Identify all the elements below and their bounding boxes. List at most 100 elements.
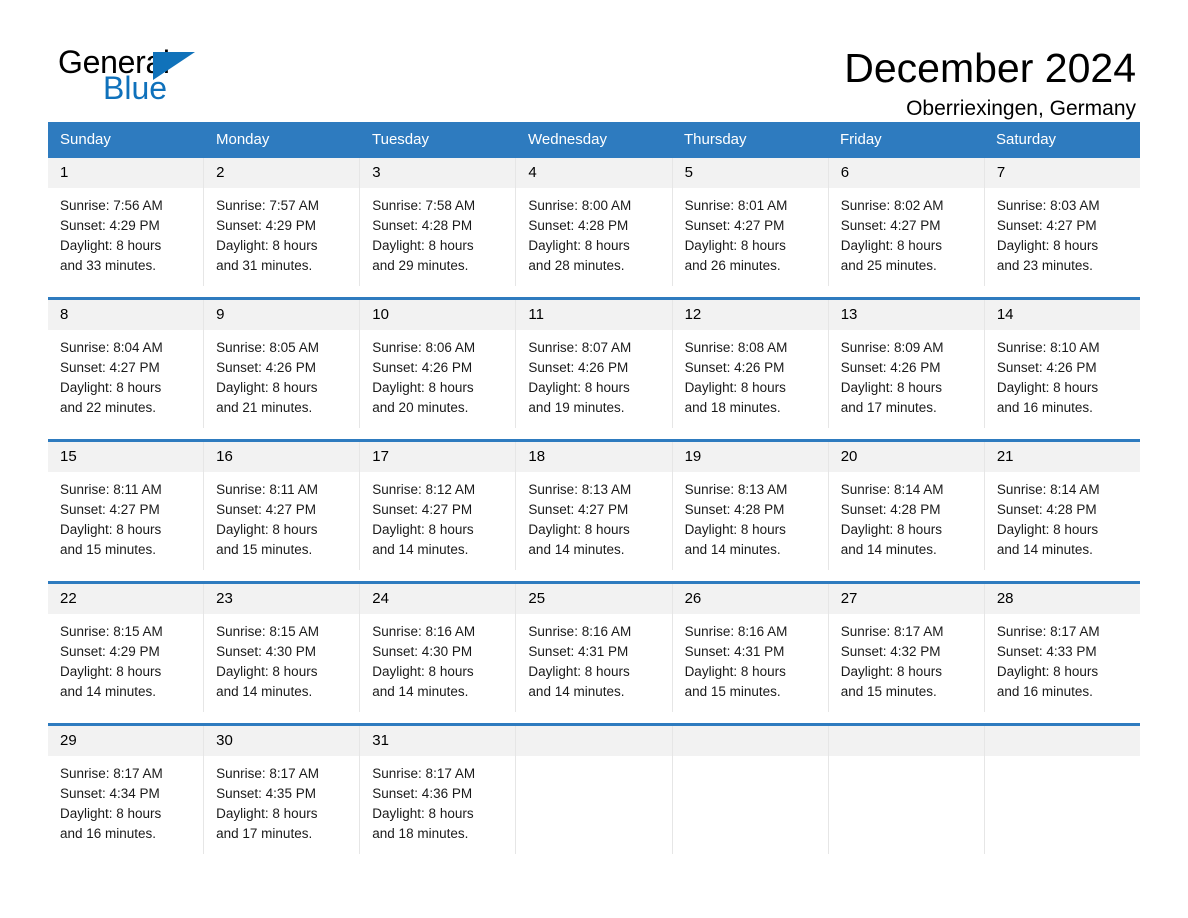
day-info: Sunrise: 8:02 AM Sunset: 4:27 PM Dayligh… bbox=[829, 188, 984, 286]
day-number: 26 bbox=[672, 584, 828, 614]
day-cell[interactable]: 5 Sunrise: 8:01 AM Sunset: 4:27 PM Dayli… bbox=[672, 158, 829, 286]
day-cell[interactable]: 19 Sunrise: 8:13 AM Sunset: 4:28 PM Dayl… bbox=[672, 442, 829, 570]
day-cell[interactable]: 31 Sunrise: 8:17 AM Sunset: 4:36 PM Dayl… bbox=[360, 726, 517, 854]
daylight-text-line1: Daylight: 8 hours bbox=[372, 238, 474, 253]
sunset-text: Sunset: 4:26 PM bbox=[372, 360, 473, 375]
day-cell[interactable]: 6 Sunrise: 8:02 AM Sunset: 4:27 PM Dayli… bbox=[828, 158, 985, 286]
day-cell[interactable]: 20 Sunrise: 8:14 AM Sunset: 4:28 PM Dayl… bbox=[828, 442, 985, 570]
daylight-text-line2: and 33 minutes. bbox=[60, 258, 157, 273]
day-info: Sunrise: 8:16 AM Sunset: 4:31 PM Dayligh… bbox=[516, 614, 671, 712]
sunset-text: Sunset: 4:27 PM bbox=[996, 218, 1097, 233]
day-number: 9 bbox=[204, 300, 360, 330]
day-cell[interactable]: 7 Sunrise: 8:03 AM Sunset: 4:27 PM Dayli… bbox=[984, 158, 1140, 286]
day-info: Sunrise: 7:57 AM Sunset: 4:29 PM Dayligh… bbox=[204, 188, 359, 286]
day-info: Sunrise: 8:16 AM Sunset: 4:31 PM Dayligh… bbox=[673, 614, 828, 712]
day-info: Sunrise: 8:17 AM Sunset: 4:32 PM Dayligh… bbox=[829, 614, 984, 712]
logo-text-blue: Blue bbox=[103, 70, 168, 106]
daylight-text-line2: and 22 minutes. bbox=[60, 400, 157, 415]
day-cell[interactable]: 12 Sunrise: 8:08 AM Sunset: 4:26 PM Dayl… bbox=[672, 300, 829, 428]
day-cell[interactable]: 8 Sunrise: 8:04 AM Sunset: 4:27 PM Dayli… bbox=[48, 300, 205, 428]
day-cell[interactable]: 21 Sunrise: 8:14 AM Sunset: 4:28 PM Dayl… bbox=[984, 442, 1140, 570]
daylight-text-line2: and 14 minutes. bbox=[528, 684, 625, 699]
day-cell[interactable]: 28 Sunrise: 8:17 AM Sunset: 4:33 PM Dayl… bbox=[984, 584, 1140, 712]
day-cell[interactable]: 25 Sunrise: 8:16 AM Sunset: 4:31 PM Dayl… bbox=[516, 584, 673, 712]
day-cell[interactable]: 29 Sunrise: 8:17 AM Sunset: 4:34 PM Dayl… bbox=[48, 726, 205, 854]
day-info: Sunrise: 8:07 AM Sunset: 4:26 PM Dayligh… bbox=[516, 330, 671, 428]
sunrise-text: Sunrise: 8:16 AM bbox=[372, 624, 476, 639]
day-info: Sunrise: 8:06 AM Sunset: 4:26 PM Dayligh… bbox=[360, 330, 515, 428]
daylight-text-line2: and 14 minutes. bbox=[372, 542, 469, 557]
sunrise-text: Sunrise: 8:12 AM bbox=[372, 482, 476, 497]
daylight-text-line2: and 14 minutes. bbox=[216, 684, 313, 699]
day-cell[interactable]: 1 Sunrise: 7:56 AM Sunset: 4:29 PM Dayli… bbox=[48, 158, 205, 286]
sunrise-text: Sunrise: 8:06 AM bbox=[372, 340, 476, 355]
day-cell[interactable]: 30 Sunrise: 8:17 AM Sunset: 4:35 PM Dayl… bbox=[204, 726, 361, 854]
day-number: 21 bbox=[984, 442, 1140, 472]
day-cell[interactable]: 17 Sunrise: 8:12 AM Sunset: 4:27 PM Dayl… bbox=[360, 442, 517, 570]
sunset-text: Sunset: 4:28 PM bbox=[996, 502, 1097, 517]
general-blue-logo[interactable]: General Blue bbox=[58, 44, 208, 108]
day-number bbox=[516, 726, 672, 756]
day-cell[interactable]: 2 Sunrise: 7:57 AM Sunset: 4:29 PM Dayli… bbox=[204, 158, 361, 286]
day-cell[interactable]: 4 Sunrise: 8:00 AM Sunset: 4:28 PM Dayli… bbox=[516, 158, 673, 286]
day-cell-empty bbox=[984, 726, 1140, 854]
day-number: 15 bbox=[48, 442, 204, 472]
day-number: 30 bbox=[204, 726, 360, 756]
daylight-text-line2: and 14 minutes. bbox=[372, 684, 469, 699]
day-cell[interactable]: 16 Sunrise: 8:11 AM Sunset: 4:27 PM Dayl… bbox=[204, 442, 361, 570]
sunrise-text: Sunrise: 8:17 AM bbox=[372, 766, 476, 781]
page-subtitle: Oberriexingen, Germany bbox=[906, 97, 1136, 120]
day-number: 7 bbox=[984, 158, 1140, 188]
day-number bbox=[984, 726, 1140, 756]
weekday-header-tuesday: Tuesday bbox=[372, 131, 429, 148]
day-cell[interactable]: 9 Sunrise: 8:05 AM Sunset: 4:26 PM Dayli… bbox=[204, 300, 361, 428]
day-number: 12 bbox=[672, 300, 828, 330]
day-number: 24 bbox=[360, 584, 516, 614]
sunrise-text: Sunrise: 8:13 AM bbox=[528, 482, 632, 497]
sunset-text: Sunset: 4:30 PM bbox=[372, 644, 473, 659]
day-info: Sunrise: 8:17 AM Sunset: 4:36 PM Dayligh… bbox=[360, 756, 515, 854]
day-cell[interactable]: 27 Sunrise: 8:17 AM Sunset: 4:32 PM Dayl… bbox=[828, 584, 985, 712]
sunrise-text: Sunrise: 8:13 AM bbox=[684, 482, 788, 497]
day-cell[interactable]: 24 Sunrise: 8:16 AM Sunset: 4:30 PM Dayl… bbox=[360, 584, 517, 712]
sunrise-text: Sunrise: 8:03 AM bbox=[996, 198, 1100, 213]
sunrise-text: Sunrise: 8:14 AM bbox=[840, 482, 944, 497]
sunrise-text: Sunrise: 7:58 AM bbox=[372, 198, 476, 213]
calendar-page: General Blue December 2024 Oberriexingen… bbox=[0, 0, 1188, 918]
day-number: 5 bbox=[672, 158, 828, 188]
sunrise-text: Sunrise: 8:05 AM bbox=[216, 340, 319, 355]
day-cell[interactable]: 26 Sunrise: 8:16 AM Sunset: 4:31 PM Dayl… bbox=[672, 584, 829, 712]
week-row: 1 Sunrise: 7:56 AM Sunset: 4:29 PM Dayli… bbox=[48, 158, 1140, 286]
day-cell[interactable]: 23 Sunrise: 8:15 AM Sunset: 4:30 PM Dayl… bbox=[204, 584, 361, 712]
day-cell[interactable]: 22 Sunrise: 8:15 AM Sunset: 4:29 PM Dayl… bbox=[48, 584, 205, 712]
day-info: Sunrise: 8:17 AM Sunset: 4:34 PM Dayligh… bbox=[48, 756, 203, 854]
week-row: 15 Sunrise: 8:11 AM Sunset: 4:27 PM Dayl… bbox=[48, 439, 1140, 570]
sunrise-text: Sunrise: 8:09 AM bbox=[840, 340, 944, 355]
daylight-text-line2: and 17 minutes. bbox=[216, 826, 313, 841]
day-cell[interactable]: 10 Sunrise: 8:06 AM Sunset: 4:26 PM Dayl… bbox=[360, 300, 517, 428]
day-cell[interactable]: 13 Sunrise: 8:09 AM Sunset: 4:26 PM Dayl… bbox=[828, 300, 985, 428]
day-cell[interactable]: 14 Sunrise: 8:10 AM Sunset: 4:26 PM Dayl… bbox=[984, 300, 1140, 428]
daylight-text-line2: and 14 minutes. bbox=[840, 542, 937, 557]
sunset-text: Sunset: 4:27 PM bbox=[60, 502, 160, 517]
day-cell[interactable]: 11 Sunrise: 8:07 AM Sunset: 4:26 PM Dayl… bbox=[516, 300, 673, 428]
page-header: General Blue December 2024 Oberriexingen… bbox=[48, 0, 1140, 120]
weekday-header-row: Sunday Monday Tuesday Wednesday Thursday… bbox=[48, 122, 1140, 158]
daylight-text-line1: Daylight: 8 hours bbox=[840, 522, 943, 537]
weekday-header-friday: Friday bbox=[840, 131, 882, 148]
sunrise-text: Sunrise: 8:02 AM bbox=[840, 198, 944, 213]
day-number: 27 bbox=[828, 584, 984, 614]
daylight-text-line1: Daylight: 8 hours bbox=[60, 380, 162, 395]
weekday-header-monday: Monday bbox=[216, 131, 270, 148]
day-cell[interactable]: 18 Sunrise: 8:13 AM Sunset: 4:27 PM Dayl… bbox=[516, 442, 673, 570]
sunrise-text: Sunrise: 8:11 AM bbox=[216, 482, 318, 497]
weekday-header-saturday: Saturday bbox=[996, 131, 1057, 148]
day-cell[interactable]: 15 Sunrise: 8:11 AM Sunset: 4:27 PM Dayl… bbox=[48, 442, 205, 570]
week-spacer bbox=[48, 712, 1140, 723]
day-cell[interactable]: 3 Sunrise: 7:58 AM Sunset: 4:28 PM Dayli… bbox=[360, 158, 517, 286]
daylight-text-line2: and 14 minutes. bbox=[996, 542, 1093, 557]
sunrise-text: Sunrise: 8:17 AM bbox=[996, 624, 1100, 639]
day-number bbox=[828, 726, 984, 756]
daylight-text-line1: Daylight: 8 hours bbox=[372, 522, 474, 537]
day-number: 28 bbox=[984, 584, 1140, 614]
